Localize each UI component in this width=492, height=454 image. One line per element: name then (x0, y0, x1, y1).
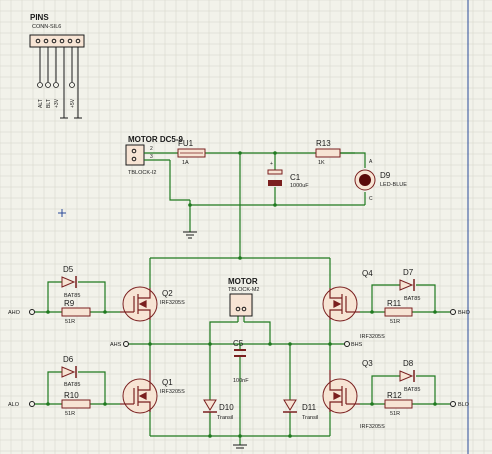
svg-text:+: + (270, 161, 273, 167)
d6-value: BAT85 (64, 382, 80, 388)
r12-value: 51R (390, 411, 400, 417)
fuse-value: 1A (182, 160, 189, 166)
q4-value: IRF3205S (360, 334, 385, 340)
d7-value: BAT85 (404, 296, 420, 302)
net-ahs[interactable]: AHS (110, 341, 129, 349)
d6-ref: D6 (63, 355, 74, 364)
fuse-ref: FU1 (178, 139, 194, 148)
r11-ref: R11 (387, 299, 402, 308)
c5-value: 100nF (233, 378, 249, 384)
c5-ref: C5 (233, 339, 244, 348)
r10-ref: R10 (64, 391, 79, 400)
led-value: LED-BLUE (380, 182, 407, 188)
motor-ref: MOTOR (228, 277, 258, 286)
r9-ref: R9 (64, 299, 75, 308)
motor-connector[interactable]: MOTOR TBLOCK-M2 (228, 277, 259, 317)
pin-label-blt: BLT (46, 99, 52, 108)
r11-value: 51R (390, 319, 400, 325)
capacitor-c5[interactable]: C5 100nF (233, 339, 249, 384)
pin-label-3v: +3V (54, 98, 60, 108)
q3-value: IRF3205S (360, 424, 385, 430)
pins-header-ref: PINS (30, 13, 49, 22)
ground-symbol-bridge (233, 444, 247, 449)
d10-value: Transil (217, 415, 233, 421)
r10-value: 51R (65, 411, 75, 417)
d5-ref: D5 (63, 265, 74, 274)
motor-dc-pin-2: 2 (150, 146, 153, 152)
net-aho-label: AHO (8, 310, 21, 316)
net-blo-label: BLO (458, 402, 470, 408)
d8-value: BAT85 (404, 387, 420, 393)
motor-dc-ref: MOTOR DC5-9 (128, 135, 184, 144)
r13-value: 1K (318, 160, 325, 166)
net-bho-label: BHO (458, 310, 471, 316)
q1-value: IRF3205S (160, 389, 185, 395)
net-bho[interactable]: BHO (450, 309, 471, 317)
motor-dc-connector[interactable]: MOTOR DC5-9 2 3 TBLOCK-I2 (125, 135, 184, 176)
motor-dc-pin-3: 3 (150, 154, 153, 160)
pins-header-value: CONN-SIL6 (32, 24, 61, 30)
r12-ref: R12 (387, 391, 402, 400)
r9-value: 51R (65, 319, 75, 325)
d8-ref: D8 (403, 359, 414, 368)
q2-value: IRF3205S (160, 300, 185, 306)
resistor-r9[interactable]: R9 51R (61, 299, 91, 325)
schematic-canvas: PINS CONN-SIL6 ALT BLT +3V +5V MOTOR DC5… (0, 0, 492, 454)
led-ref: D9 (380, 171, 391, 180)
led-pin-a: A (369, 159, 373, 165)
resistor-r11[interactable]: R11 51R (384, 299, 413, 325)
resistor-r10[interactable]: R10 51R (61, 391, 91, 417)
r13-ref: R13 (316, 139, 331, 148)
pin-label-5v: +5V (70, 98, 76, 108)
q1-ref: Q1 (162, 378, 173, 387)
d11-ref: D11 (302, 403, 317, 412)
resistor-r12[interactable]: R12 51R (384, 391, 413, 417)
c1-ref: C1 (290, 173, 301, 182)
schematic-diagram: PINS CONN-SIL6 ALT BLT +3V +5V MOTOR DC5… (0, 0, 492, 454)
diode-d5[interactable]: D5 BAT85 (61, 265, 80, 299)
net-bhs-label: BHS (351, 342, 363, 348)
d10-ref: D10 (219, 403, 234, 412)
d7-ref: D7 (403, 268, 414, 277)
c1-value: 1000uF (290, 183, 309, 189)
net-alo-label: ALO (8, 402, 20, 408)
ground-symbol-input (183, 231, 197, 239)
d11-value: Transil (302, 415, 318, 421)
net-ahs-label: AHS (110, 342, 122, 348)
mosfet-q3[interactable]: Q3 IRF3205S (322, 359, 385, 430)
motor-dc-value: TBLOCK-I2 (128, 170, 156, 176)
q3-ref: Q3 (362, 359, 373, 368)
pins-header[interactable]: PINS CONN-SIL6 ALT BLT +3V +5V (29, 13, 85, 119)
net-bhs[interactable]: BHS (344, 341, 363, 349)
mosfet-q4[interactable]: Q4 IRF3205S (322, 269, 385, 340)
q2-ref: Q2 (162, 289, 173, 298)
led-pin-c: C (369, 196, 373, 202)
mosfet-q1[interactable]: Q1 IRF3205S (120, 370, 185, 414)
motor-value: TBLOCK-M2 (228, 287, 259, 293)
net-aho[interactable]: AHO (8, 309, 35, 317)
pin-label-alt: ALT (38, 99, 44, 108)
q4-ref: Q4 (362, 269, 373, 278)
mosfet-q2[interactable]: Q2 IRF3205S (120, 286, 185, 322)
diode-d6[interactable]: D6 BAT85 (61, 355, 80, 388)
cursor-marker (58, 209, 66, 217)
